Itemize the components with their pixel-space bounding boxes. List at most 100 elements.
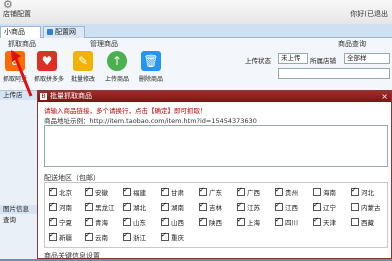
checkbox-icon[interactable] <box>161 231 169 241</box>
upload-status-select[interactable]: 未上传 <box>278 53 308 64</box>
province-label: 海南 <box>323 189 336 197</box>
province-checkbox[interactable]: 浙江 <box>123 231 146 242</box>
upload-products-button[interactable]: ↑ 上传商品 <box>104 51 130 87</box>
checkbox-icon[interactable] <box>237 201 245 211</box>
province-checkbox[interactable]: 黑龙江 <box>85 201 115 212</box>
checkbox-icon[interactable] <box>123 231 131 241</box>
checkbox-icon[interactable] <box>85 216 93 226</box>
province-checkbox[interactable]: 陕西 <box>199 216 222 227</box>
province-checkbox[interactable]: 青海 <box>85 216 108 227</box>
province-checkbox[interactable]: 湖北 <box>123 201 146 212</box>
province-checkbox[interactable]: 山东 <box>123 216 146 227</box>
province-label: 广西 <box>247 189 260 197</box>
province-checkbox[interactable]: 重庆 <box>161 231 184 242</box>
province-label: 新疆 <box>59 234 72 242</box>
checkbox-icon[interactable] <box>237 216 245 226</box>
province-label: 四川 <box>285 219 298 227</box>
settings-gear-icon[interactable]: ⚙ <box>3 0 17 10</box>
pinduoduo-icon: ♥ <box>37 51 57 71</box>
checkbox-icon[interactable] <box>161 216 169 226</box>
province-checkbox[interactable]: 江苏 <box>237 201 260 212</box>
upload-products-label: 上传商品 <box>104 76 129 83</box>
upload-status-label: 上传状态 <box>245 57 271 65</box>
checkbox-icon[interactable] <box>123 201 131 211</box>
checkbox-icon[interactable] <box>161 201 169 211</box>
province-label: 河北 <box>361 189 374 197</box>
group-query-label: 商品查询 <box>338 40 366 48</box>
batch-edit-button[interactable]: ✎ 批量修改 <box>70 51 96 87</box>
checkbox-icon[interactable] <box>237 186 245 196</box>
province-label: 安徽 <box>95 189 108 197</box>
province-checkbox[interactable]: 广西 <box>237 186 260 197</box>
province-label: 河南 <box>59 204 72 212</box>
checkbox-icon[interactable] <box>199 201 207 211</box>
app-title: 店铺配置 <box>3 10 31 18</box>
province-checkbox[interactable]: 四川 <box>275 216 298 227</box>
province-checkbox[interactable]: 福建 <box>123 186 146 197</box>
checkbox-icon[interactable] <box>123 216 131 226</box>
province-checkbox[interactable]: 安徽 <box>85 186 108 197</box>
tab-bar: 小商品 配置网店 <box>0 24 392 47</box>
province-checkbox[interactable]: 天津 <box>313 216 336 227</box>
checkbox-icon[interactable] <box>49 216 57 226</box>
tab-products[interactable]: 小商品 <box>0 26 41 38</box>
province-checkbox[interactable]: 新疆 <box>49 231 72 242</box>
url-example: 商品地址示例：http://item.taobao.com/item.htm?i… <box>44 117 257 125</box>
province-checkbox[interactable]: 西藏 <box>351 217 374 227</box>
province-checkbox[interactable]: 贵州 <box>275 186 298 197</box>
checkbox-icon[interactable] <box>199 216 207 226</box>
province-checkbox[interactable]: 云南 <box>85 231 108 242</box>
delete-products-label: 删除商品 <box>138 76 163 83</box>
checkbox-icon[interactable] <box>85 201 93 211</box>
checkbox-icon[interactable] <box>351 203 359 211</box>
delete-icon: 🗑 <box>141 51 161 71</box>
province-checkbox[interactable]: 海南 <box>313 187 336 197</box>
dialog-title-bar: B 批量抓取商品 × <box>38 91 391 102</box>
checkbox-icon[interactable] <box>161 186 169 196</box>
checkbox-icon[interactable] <box>199 186 207 196</box>
delete-products-button[interactable]: 🗑 删除商品 <box>138 51 164 87</box>
checkbox-icon[interactable] <box>275 186 283 196</box>
province-checkbox[interactable]: 内蒙古 <box>351 202 381 212</box>
province-checkbox[interactable]: 辽宁 <box>313 201 336 212</box>
checkbox-icon[interactable] <box>275 216 283 226</box>
user-status-text[interactable]: 你好(已退出 <box>350 9 388 19</box>
checkbox-icon[interactable] <box>49 186 57 196</box>
checkbox-icon[interactable] <box>351 186 359 196</box>
close-icon[interactable]: × <box>381 91 388 102</box>
left-pane: 上传店 图片信息 查询 <box>0 91 40 259</box>
province-checkbox[interactable]: 甘肃 <box>161 186 184 197</box>
province-checkbox[interactable]: 江西 <box>275 201 298 212</box>
checkbox-icon[interactable] <box>275 201 283 211</box>
checkbox-icon[interactable] <box>313 216 321 226</box>
province-checkbox[interactable]: 广东 <box>199 186 222 197</box>
province-label: 江西 <box>285 204 298 212</box>
checkbox-icon[interactable] <box>49 231 57 241</box>
checkbox-icon[interactable] <box>313 201 321 211</box>
category-select[interactable]: 全部样 <box>344 53 390 64</box>
product-url-textarea[interactable] <box>44 125 388 167</box>
checkbox-icon[interactable] <box>313 188 321 196</box>
dialog-app-icon: B <box>40 93 47 100</box>
checkbox-icon[interactable] <box>351 218 359 226</box>
group-grab-label: 抓取商品 <box>8 40 36 48</box>
province-checkbox[interactable]: 北京 <box>49 186 72 197</box>
checkbox-icon[interactable] <box>85 186 93 196</box>
province-checkbox[interactable]: 吉林 <box>199 201 222 212</box>
province-checkbox[interactable]: 山西 <box>161 216 184 227</box>
province-label: 黑龙江 <box>95 204 115 212</box>
tab-shop-config[interactable]: 配置网店 <box>43 26 85 47</box>
province-checkbox[interactable]: 河南 <box>49 201 72 212</box>
province-label: 北京 <box>59 189 72 197</box>
checkbox-icon[interactable] <box>49 201 57 211</box>
region-checkbox-group: 北京 安徽 福建 甘肃 广东 广西 贵州 海南 河北河南 黑龙江 湖北 湖南 吉林 江苏 江西 辽宁 内蒙古宁夏… <box>44 182 388 248</box>
province-label: 山东 <box>133 219 146 227</box>
query-row[interactable]: 查询 <box>0 216 40 225</box>
checkbox-icon[interactable] <box>85 231 93 241</box>
checkbox-icon[interactable] <box>123 186 131 196</box>
province-checkbox[interactable]: 宁夏 <box>49 216 72 227</box>
province-checkbox[interactable]: 河北 <box>351 186 374 197</box>
province-checkbox[interactable]: 湖南 <box>161 201 184 212</box>
province-checkbox[interactable]: 上海 <box>237 216 260 227</box>
search-input[interactable] <box>278 68 390 79</box>
